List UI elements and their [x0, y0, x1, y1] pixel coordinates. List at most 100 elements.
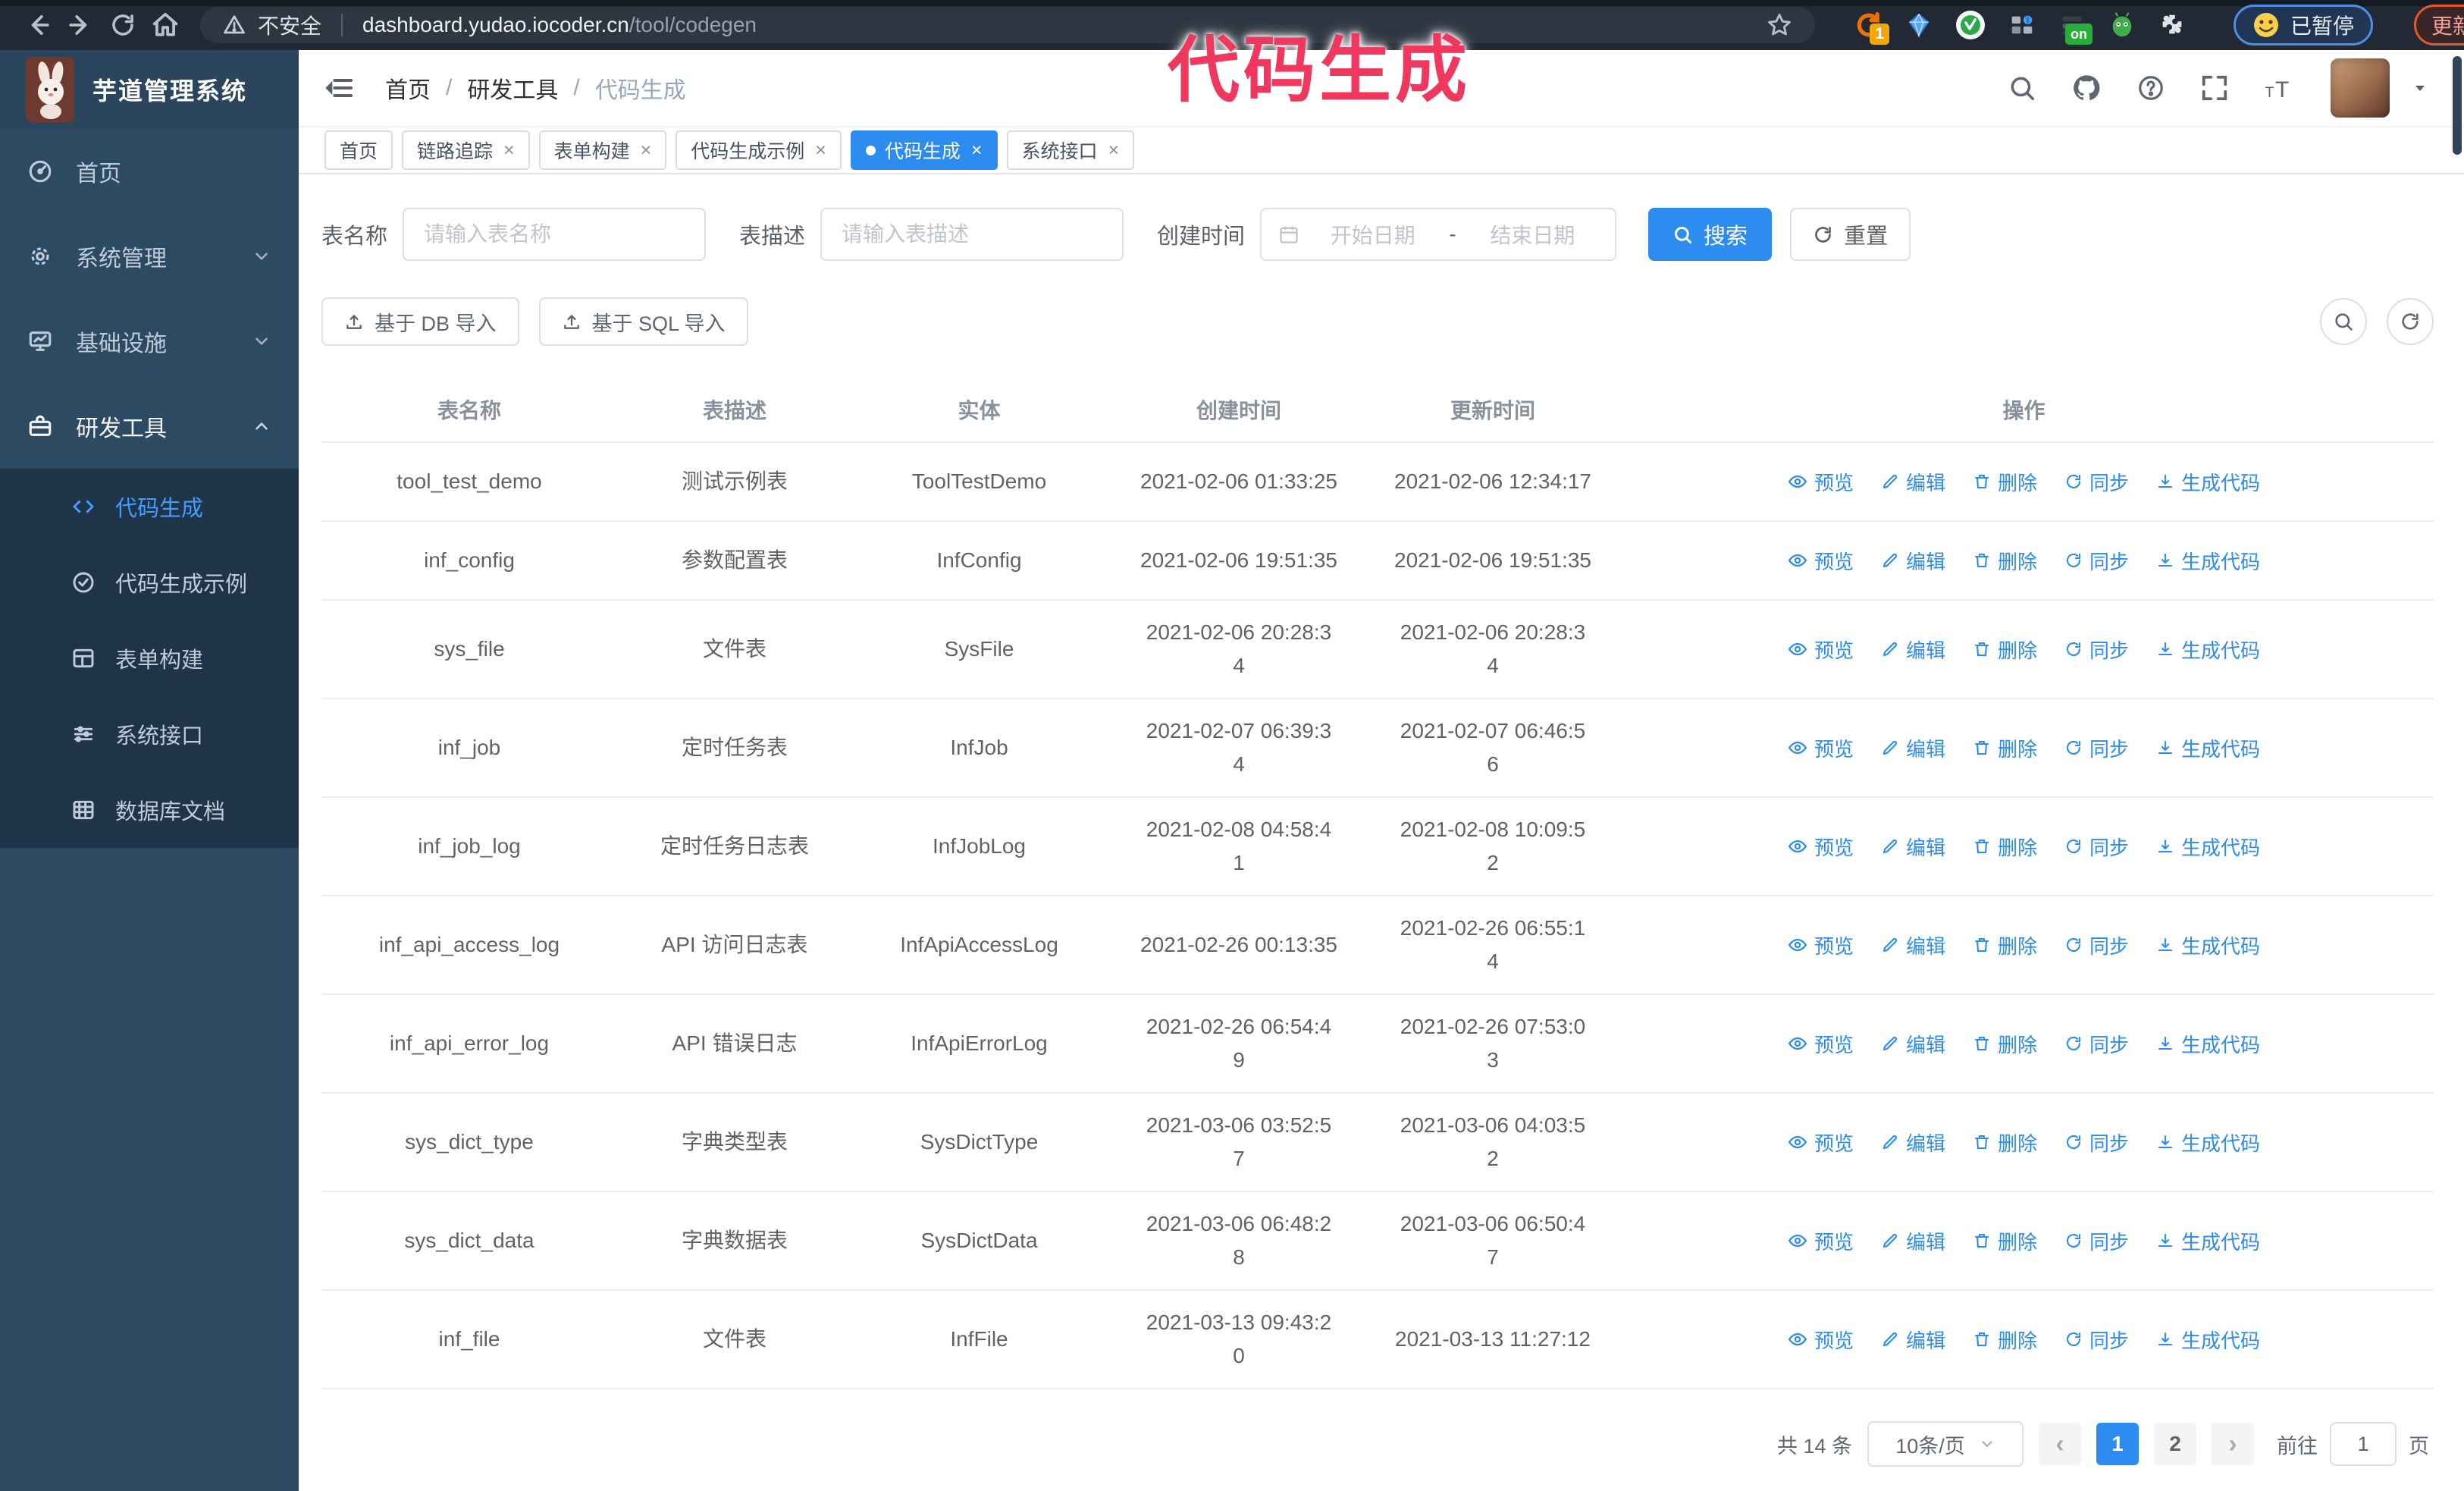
gem-extension-icon[interactable] [1904, 8, 1933, 42]
search-button[interactable]: 搜索 [1648, 208, 1773, 261]
sync-link[interactable]: 同步 [2064, 636, 2129, 664]
edit-link[interactable]: 编辑 [1881, 833, 1945, 861]
sidebar-subitem-db-doc[interactable]: 数据库文档 [0, 772, 299, 848]
close-icon[interactable]: × [971, 140, 983, 162]
sync-link[interactable]: 同步 [2064, 1227, 2129, 1255]
generate-code-link[interactable]: 生成代码 [2156, 1326, 2260, 1354]
edit-link[interactable]: 编辑 [1881, 1227, 1945, 1255]
preview-link[interactable]: 预览 [1788, 1030, 1854, 1058]
sidebar-subitem-system-api[interactable]: 系统接口 [0, 696, 299, 772]
tab-home[interactable]: 首页 [324, 130, 393, 170]
generate-code-link[interactable]: 生成代码 [2156, 734, 2260, 762]
v-extension-icon[interactable] [1955, 8, 1986, 42]
sync-extension-icon[interactable]: 1 [1854, 8, 1889, 45]
browser-forward-button[interactable] [62, 7, 99, 43]
sidebar-item-system[interactable]: 系统管理 [0, 214, 299, 299]
page-size-select[interactable]: 10条/页 [1867, 1421, 2024, 1467]
next-page-button[interactable]: › [2212, 1423, 2254, 1465]
delete-link[interactable]: 删除 [1973, 1326, 2037, 1354]
edit-link[interactable]: 编辑 [1881, 931, 1945, 959]
browser-update-button[interactable]: 更新 [2414, 5, 2464, 46]
app-logo[interactable]: 芋道管理系统 [0, 50, 299, 129]
edit-link[interactable]: 编辑 [1881, 1030, 1945, 1058]
delete-link[interactable]: 删除 [1973, 547, 2037, 575]
profile-paused-badge[interactable]: 已暂停 [2234, 5, 2374, 46]
font-size-icon[interactable]: TT [2264, 74, 2296, 102]
sync-link[interactable]: 同步 [2064, 547, 2129, 575]
close-icon[interactable]: × [503, 140, 515, 162]
sync-link[interactable]: 同步 [2064, 734, 2129, 762]
delete-link[interactable]: 删除 [1973, 734, 2037, 762]
edit-link[interactable]: 编辑 [1881, 734, 1945, 762]
breadcrumb-devtools[interactable]: 研发工具 [467, 71, 558, 105]
delete-link[interactable]: 删除 [1973, 468, 2037, 496]
goto-page-input[interactable]: 1 [2330, 1422, 2397, 1466]
reset-button[interactable]: 重置 [1790, 208, 1911, 261]
generate-code-link[interactable]: 生成代码 [2156, 1030, 2260, 1058]
preview-link[interactable]: 预览 [1788, 636, 1854, 664]
refresh-table-button[interactable] [2387, 298, 2434, 345]
delete-link[interactable]: 删除 [1973, 833, 2037, 861]
tab-tracing[interactable]: 链路追踪 × [402, 130, 530, 170]
tab-system-api[interactable]: 系统接口 × [1006, 130, 1135, 170]
rows-extension-icon[interactable]: on [2058, 8, 2093, 45]
import-db-button[interactable]: 基于 DB 导入 [321, 297, 519, 346]
help-icon[interactable] [2136, 74, 2165, 102]
generate-code-link[interactable]: 生成代码 [2156, 1227, 2260, 1255]
sidebar-item-devtools[interactable]: 研发工具 [0, 384, 299, 469]
user-avatar[interactable] [2331, 58, 2390, 118]
creature-extension-icon[interactable] [2108, 8, 2136, 42]
breadcrumb-home[interactable]: 首页 [385, 71, 431, 105]
fullscreen-icon[interactable] [2200, 74, 2229, 102]
sidebar-subitem-form-builder[interactable]: 表单构建 [0, 620, 299, 696]
sync-link[interactable]: 同步 [2064, 468, 2129, 496]
generate-code-link[interactable]: 生成代码 [2156, 1128, 2260, 1157]
delete-link[interactable]: 删除 [1973, 931, 2037, 959]
github-icon[interactable] [2071, 73, 2102, 103]
sync-link[interactable]: 同步 [2064, 1128, 2129, 1157]
sidebar-item-infra[interactable]: 基础设施 [0, 299, 299, 384]
browser-home-button[interactable] [147, 7, 183, 43]
preview-link[interactable]: 预览 [1788, 1326, 1854, 1354]
edit-link[interactable]: 编辑 [1881, 636, 1945, 664]
page-button-1[interactable]: 1 [2096, 1423, 2139, 1465]
sync-link[interactable]: 同步 [2064, 931, 2129, 959]
preview-link[interactable]: 预览 [1788, 1128, 1854, 1157]
close-icon[interactable]: × [1108, 140, 1120, 162]
close-icon[interactable]: × [641, 140, 652, 162]
generate-code-link[interactable]: 生成代码 [2156, 547, 2260, 575]
generate-code-link[interactable]: 生成代码 [2156, 833, 2260, 861]
caret-down-icon[interactable] [2411, 79, 2429, 97]
preview-link[interactable]: 预览 [1788, 547, 1854, 575]
generate-code-link[interactable]: 生成代码 [2156, 468, 2260, 496]
puzzle-extensions-icon[interactable] [2158, 8, 2187, 42]
sidebar-collapse-button[interactable] [299, 73, 381, 103]
sync-link[interactable]: 同步 [2064, 833, 2129, 861]
edit-link[interactable]: 编辑 [1881, 468, 1945, 496]
edit-link[interactable]: 编辑 [1881, 547, 1945, 575]
sync-link[interactable]: 同步 [2064, 1030, 2129, 1058]
preview-link[interactable]: 预览 [1788, 468, 1854, 496]
preview-link[interactable]: 预览 [1788, 931, 1854, 959]
sidebar-subitem-codegen[interactable]: 代码生成 [0, 469, 299, 545]
import-sql-button[interactable]: 基于 SQL 导入 [538, 297, 748, 346]
tab-codegen-example[interactable]: 代码生成示例 × [676, 130, 842, 170]
address-bar[interactable]: 不安全 dashboard.yudao.iocoder.cn/tool/code… [200, 7, 1815, 43]
delete-link[interactable]: 删除 [1973, 1128, 2037, 1157]
sidebar-subitem-codegen-example[interactable]: 代码生成示例 [0, 545, 299, 620]
grid-extension-icon[interactable] [2008, 8, 2036, 42]
table-name-input[interactable] [404, 222, 705, 246]
table-desc-input[interactable] [822, 222, 1123, 246]
preview-link[interactable]: 预览 [1788, 1227, 1854, 1255]
delete-link[interactable]: 删除 [1973, 1227, 2037, 1255]
page-button-2[interactable]: 2 [2154, 1423, 2196, 1465]
generate-code-link[interactable]: 生成代码 [2156, 931, 2260, 959]
preview-link[interactable]: 预览 [1788, 833, 1854, 861]
close-icon[interactable]: × [815, 140, 826, 162]
search-icon[interactable] [2008, 74, 2036, 102]
prev-page-button[interactable]: ‹ [2039, 1423, 2081, 1465]
date-range-picker[interactable]: 开始日期 - 结束日期 [1260, 208, 1617, 261]
browser-back-button[interactable] [20, 7, 56, 43]
tab-codegen[interactable]: 代码生成 × [850, 130, 998, 170]
browser-reload-button[interactable] [105, 7, 141, 43]
